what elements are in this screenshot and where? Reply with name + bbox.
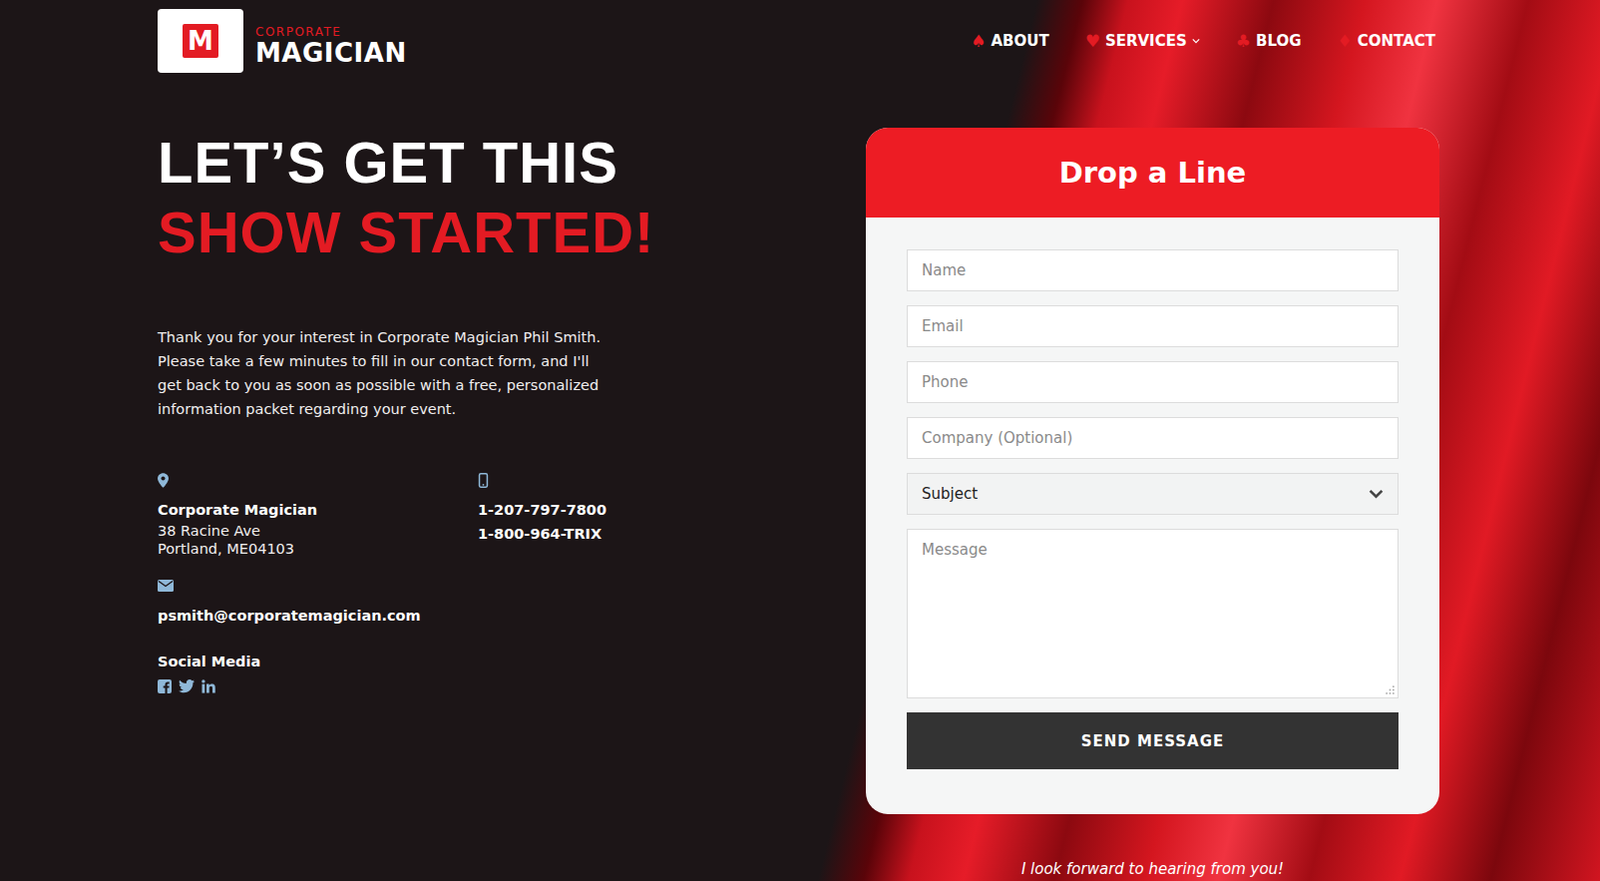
mobile-phone-icon — [477, 472, 489, 488]
main-nav: ♠ABOUT ♥SERVICES ♣BLOG ♦CONTACT — [970, 30, 1436, 51]
intro-text: Thank you for your interest in Corporate… — [157, 325, 602, 421]
form-column: Drop a Line Name Email Phone Company (Option… — [865, 127, 1440, 878]
message-field[interactable]: Message — [906, 528, 1399, 699]
mail-icon — [157, 579, 174, 592]
social-media: Social Media — [157, 649, 866, 694]
field-placeholder: Email — [921, 317, 964, 336]
social-label: Social Media — [157, 649, 866, 674]
send-button[interactable]: SEND MESSAGE — [906, 712, 1399, 770]
main: LET’S GET THISSHOW STARTED! Thank you for… — [157, 127, 1440, 878]
phone-number[interactable]: 1-207-797-7800 — [477, 497, 866, 522]
address-name: Corporate Magician — [157, 497, 478, 522]
field-placeholder: Company (Optional) — [921, 428, 1073, 447]
suit-icon: ♦ — [1337, 30, 1353, 51]
heading-line: LET’S GET THIS — [157, 127, 866, 198]
logo-text: CORPORATEMAGICIAN — [255, 15, 407, 66]
logo-badge: M — [157, 8, 244, 73]
field-placeholder: Phone — [921, 373, 968, 392]
field-placeholder: Name — [921, 261, 966, 280]
contact-info: LET’S GET THISSHOW STARTED! Thank you for… — [157, 127, 866, 878]
page-content: MCORPORATEMAGICIAN♠ABOUT♥SERVICES♣BLOG♦C… — [157, 0, 1440, 878]
text-field[interactable]: Email — [906, 305, 1399, 348]
subject-select[interactable]: Subject — [906, 472, 1399, 515]
info-grid: Corporate Magician38 Racine AvePortland,… — [157, 472, 866, 628]
nav-item[interactable]: ♠ABOUT — [970, 30, 1049, 51]
text-field[interactable]: Company (Optional) — [906, 416, 1399, 459]
logo-top: CORPORATE — [255, 25, 407, 38]
address-line: Portland, ME04103 — [157, 539, 478, 558]
select-value: Subject — [921, 484, 978, 503]
address-line: 38 Racine Ave — [157, 521, 478, 540]
linkedin-icon[interactable] — [201, 679, 216, 694]
contact-page: MCORPORATEMAGICIAN♠ABOUT♥SERVICES♣BLOG♦C… — [0, 0, 1600, 881]
logo[interactable]: M CORPORATEMAGICIAN — [157, 8, 407, 73]
heading-highlight: SHOW STARTED! — [157, 197, 866, 268]
suit-icon: ♥ — [1085, 30, 1101, 51]
logo-bottom: MAGICIAN — [255, 39, 407, 66]
nav-label: BLOG — [1255, 31, 1302, 50]
nav-item[interactable]: ♦CONTACT — [1337, 30, 1436, 51]
contact-form: Drop a Line Name Email Phone Company (Option… — [865, 127, 1440, 814]
nav-item[interactable]: ♥SERVICES — [1085, 30, 1200, 51]
twitter-icon[interactable] — [178, 679, 195, 694]
nav-item[interactable]: ♣BLOG — [1235, 30, 1302, 51]
text-field[interactable]: Name — [906, 249, 1399, 292]
site-header: MCORPORATEMAGICIAN♠ABOUT♥SERVICES♣BLOG♦C… — [157, 0, 1440, 74]
heading: LET’S GET THISSHOW STARTED! — [157, 127, 866, 268]
suit-icon: ♣ — [1235, 30, 1251, 51]
text-field[interactable]: Phone — [906, 361, 1399, 403]
email-block: psmith@corporatemagician.com — [157, 579, 478, 628]
nav-label: CONTACT — [1357, 31, 1436, 50]
phone-block: 1-207-797-78001-800-964-TRIX — [477, 472, 866, 558]
field-placeholder: Message — [921, 540, 988, 559]
chevron-down-icon — [1368, 488, 1384, 499]
location-pin-icon — [157, 472, 169, 488]
closing-note: I look forward to hearing from you! — [865, 859, 1440, 878]
facebook-icon[interactable] — [157, 679, 172, 694]
form-body: Name Email Phone Company (Optional) Subject M… — [865, 217, 1440, 814]
address-block: Corporate Magician38 Racine AvePortland,… — [157, 472, 478, 558]
form-header: Drop a Line — [865, 127, 1440, 218]
suit-icon: ♠ — [970, 30, 986, 51]
chevron-down-icon — [1192, 37, 1200, 44]
phone-number[interactable]: 1-800-964-TRIX — [477, 521, 866, 546]
resize-grip-icon[interactable] — [1385, 685, 1395, 695]
social-icons — [157, 679, 866, 694]
nav-label: ABOUT — [990, 31, 1049, 50]
email-link[interactable]: psmith@corporatemagician.com — [157, 603, 478, 628]
nav-label: SERVICES — [1105, 31, 1188, 50]
logo-mark: M — [182, 23, 219, 58]
